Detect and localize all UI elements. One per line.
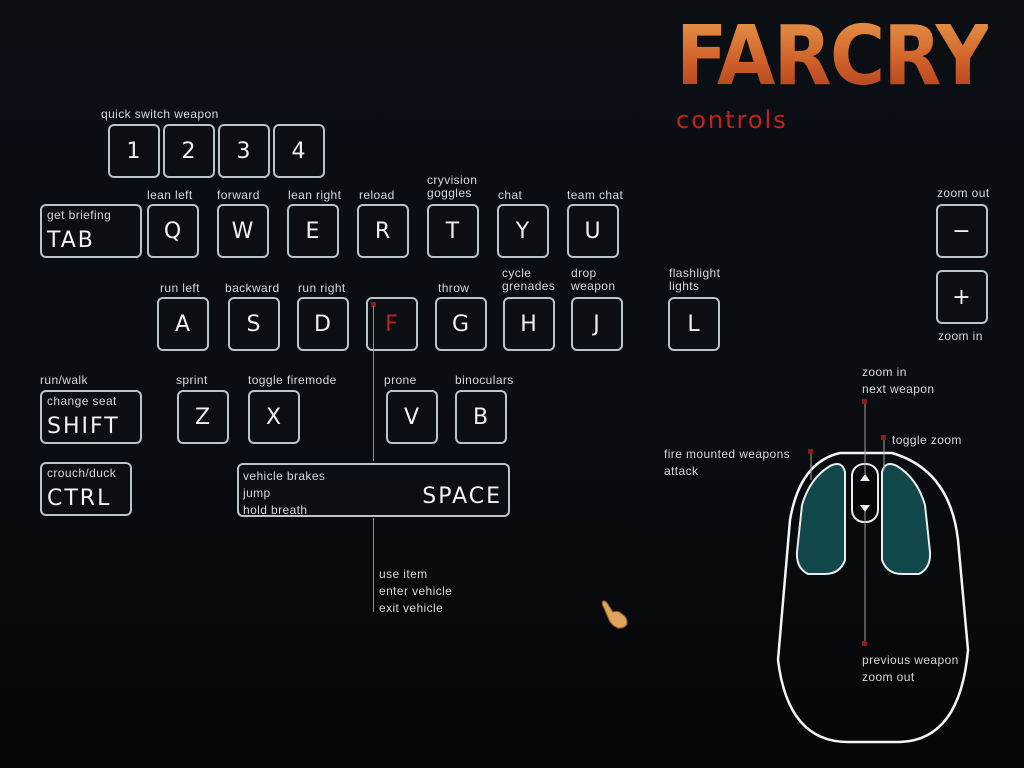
wheel-up-action-next-weapon: next weapon [862, 382, 935, 396]
mouse-right-button[interactable] [881, 463, 932, 575]
wheel-up-actions: zoom in next weapon [862, 364, 934, 398]
left-button-actions: fire mounted weapons attack [664, 446, 790, 480]
left-button-action-attack: attack [664, 464, 699, 478]
wheel-down-action-zoom-out: zoom out [862, 670, 915, 684]
wheel-down-dot [862, 641, 867, 646]
wheel-up-action-zoom-in: zoom in [862, 365, 907, 379]
wheel-up-dot [862, 399, 867, 404]
right-button-dot [881, 435, 886, 440]
left-button-dot [808, 449, 813, 454]
wheel-down-action-previous-weapon: previous weapon [862, 653, 959, 667]
wheel-down-actions: previous weapon zoom out [862, 652, 959, 686]
hand-cursor-icon [601, 600, 628, 629]
left-button-action-fire-mounted: fire mounted weapons [664, 447, 791, 461]
right-button-action: toggle zoom [892, 433, 962, 447]
